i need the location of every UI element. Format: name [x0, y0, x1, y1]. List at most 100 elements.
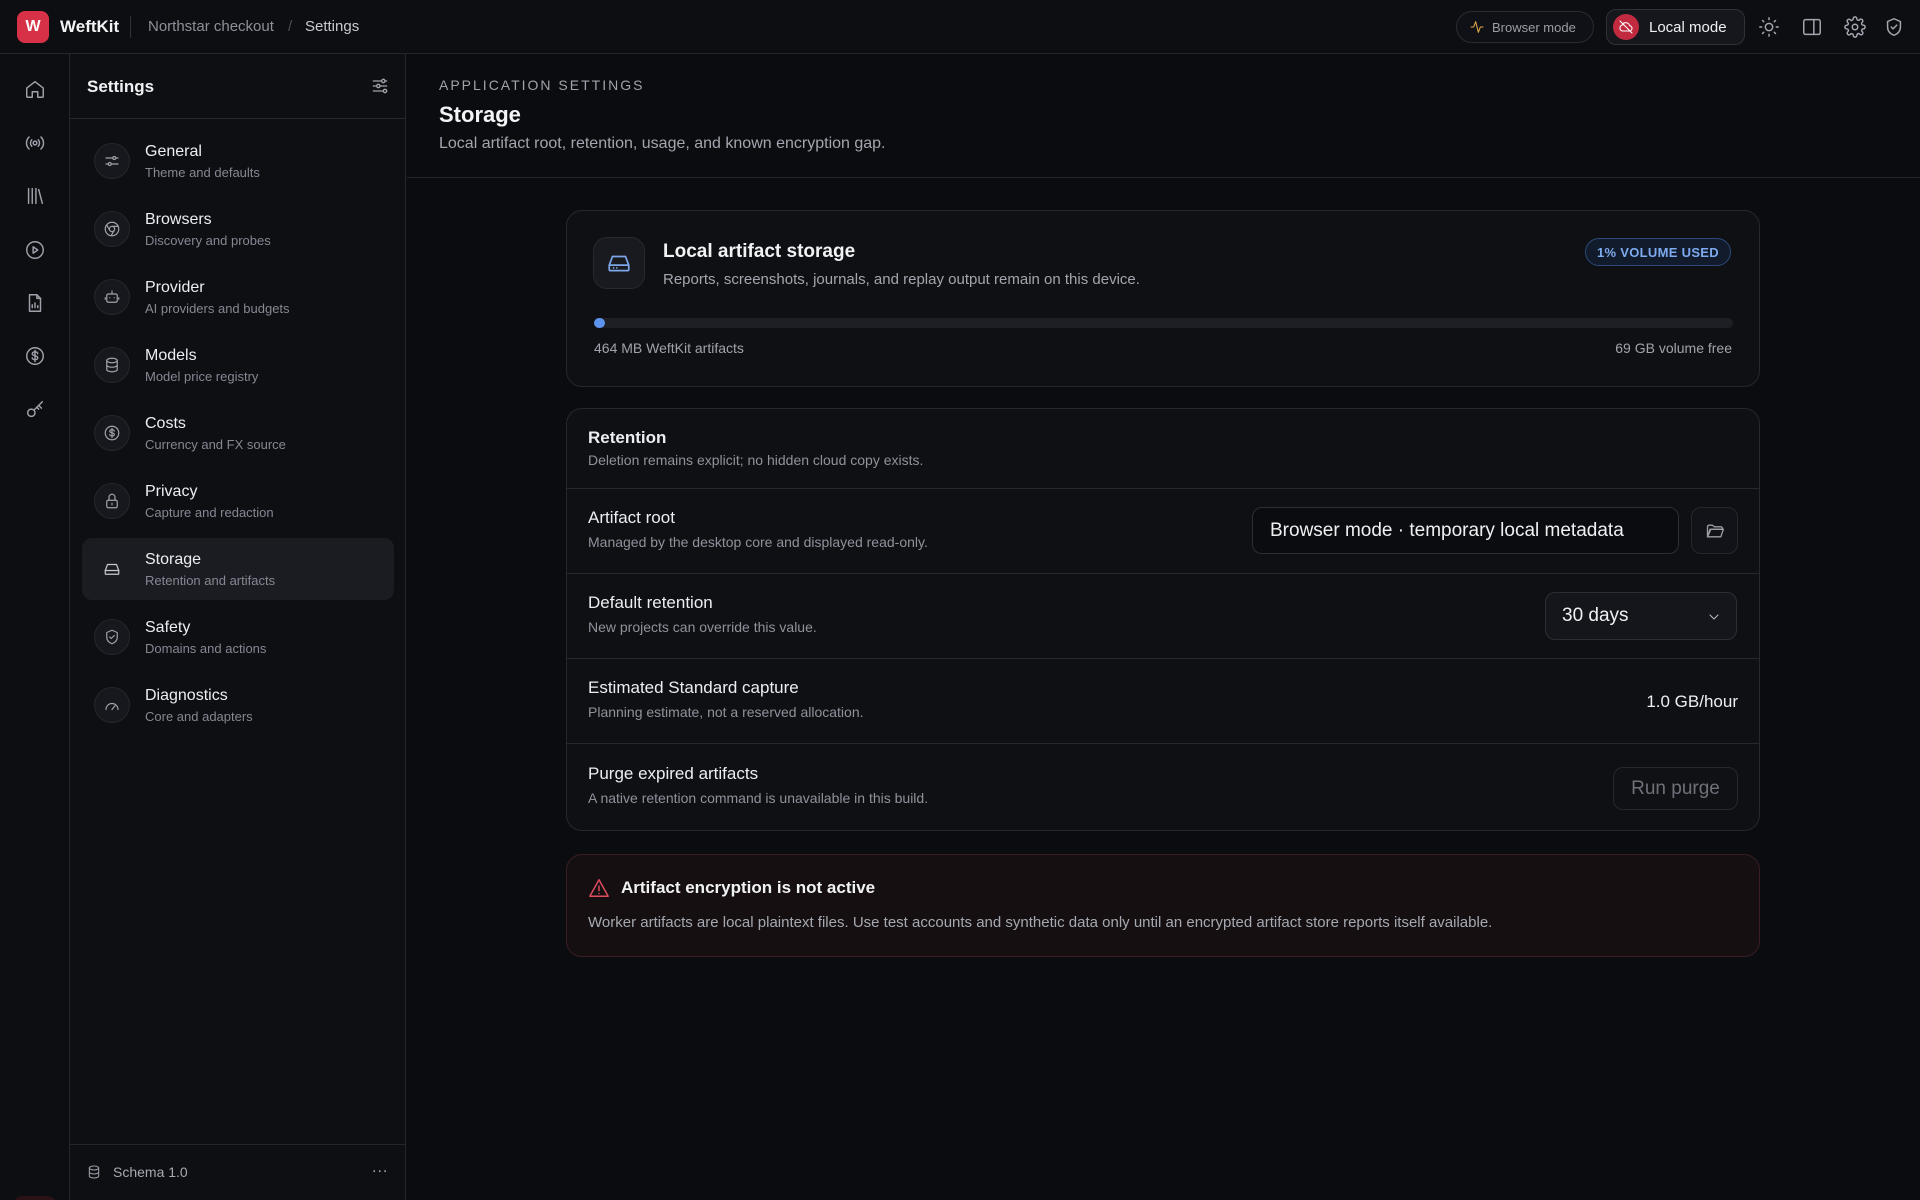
artifact-root-field[interactable]: Browser mode · temporary local metadata — [1252, 507, 1679, 554]
browser-mode-button[interactable]: Browser mode — [1456, 11, 1594, 43]
retention-header: Retention Deletion remains explicit; no … — [567, 409, 1759, 489]
storage-card-title: Local artifact storage — [663, 241, 856, 262]
estimated-capture-value: 1.0 GB/hour — [1646, 692, 1738, 711]
sidebar-item-browsers[interactable]: Browsers Discovery and probes — [82, 198, 394, 260]
default-retention-sub: New projects can override this value. — [588, 619, 817, 635]
sidebar-item-sub: Model price registry — [145, 369, 259, 384]
usage-progress-fill — [594, 318, 606, 328]
home-icon[interactable] — [24, 78, 46, 100]
robot-icon — [94, 279, 130, 315]
sidebar-item-sub: Core and adapters — [145, 709, 253, 724]
sidebar-item-label: Browsers — [145, 211, 212, 228]
retention-title: Retention — [588, 428, 667, 447]
artifact-root-label: Artifact root — [588, 508, 675, 527]
app-logo[interactable]: W — [17, 11, 49, 43]
retention-card: Retention Deletion remains explicit; no … — [566, 408, 1760, 831]
breadcrumb-separator: / — [288, 18, 293, 35]
retention-select[interactable]: 30 days — [1545, 592, 1737, 640]
page-description: Local artifact root, retention, usage, a… — [439, 135, 886, 152]
encryption-warning: Artifact encryption is not active Worker… — [566, 854, 1760, 957]
breadcrumb-settings: Settings — [305, 18, 360, 35]
sidebar-item-privacy[interactable]: Privacy Capture and redaction — [82, 470, 394, 532]
sidebar-item-label: Privacy — [145, 483, 198, 500]
free-label: 69 GB volume free — [1615, 340, 1732, 356]
purge-row: Purge expired artifacts A native retenti… — [567, 745, 1759, 830]
key-icon[interactable] — [24, 399, 46, 421]
database-icon — [94, 347, 130, 383]
storage-usage-card: Local artifact storage Reports, screensh… — [566, 210, 1760, 387]
lock-icon — [94, 483, 130, 519]
sidebar-item-sub: Retention and artifacts — [145, 573, 276, 588]
cloud-off-icon — [1613, 14, 1639, 40]
shield-check-icon[interactable] — [1883, 16, 1905, 38]
gauge-icon — [94, 687, 130, 723]
sidebar-item-general[interactable]: General Theme and defaults — [82, 130, 394, 192]
sidebar-item-label: Costs — [145, 415, 186, 432]
library-icon[interactable] — [24, 185, 46, 207]
broadcast-icon[interactable] — [24, 132, 46, 154]
dollar-icon — [94, 415, 130, 451]
dollar-icon[interactable] — [24, 345, 46, 367]
sidebar-item-diagnostics[interactable]: Diagnostics Core and adapters — [82, 674, 394, 736]
retention-description: Deletion remains explicit; no hidden clo… — [588, 452, 924, 468]
run-purge-button[interactable]: Run purge — [1613, 767, 1738, 810]
default-retention-row: Default retention New projects can overr… — [567, 574, 1759, 659]
filter-icon[interactable] — [370, 76, 390, 96]
sidebar-title: Settings — [87, 77, 155, 96]
schema-version: Schema 1.0 — [113, 1164, 188, 1180]
browser-icon — [94, 211, 130, 247]
report-icon[interactable] — [24, 292, 46, 314]
artifact-root-sub: Managed by the desktop core and displaye… — [588, 534, 928, 550]
sidebar-item-sub: Currency and FX source — [145, 437, 286, 452]
sidebar-item-sub: Theme and defaults — [145, 165, 260, 180]
estimated-capture-row: Estimated Standard capture Planning esti… — [567, 659, 1759, 744]
estimated-capture-sub: Planning estimate, not a reserved alloca… — [588, 704, 864, 720]
sidebar-item-costs[interactable]: Costs Currency and FX source — [82, 402, 394, 464]
sidebar-item-label: Safety — [145, 619, 191, 636]
divider — [130, 16, 131, 38]
sidebar-item-label: Diagnostics — [145, 687, 228, 704]
sidebar-item-label: Models — [145, 347, 197, 364]
warning-title: Artifact encryption is not active — [621, 878, 876, 897]
storage-card-description: Reports, screenshots, journals, and repl… — [663, 271, 1140, 288]
drive-icon — [94, 551, 130, 587]
warning-icon — [588, 877, 610, 899]
local-mode-button[interactable]: Local mode — [1606, 9, 1745, 45]
breadcrumb-project[interactable]: Northstar checkout — [148, 18, 274, 35]
sidebar-item-sub: Domains and actions — [145, 641, 267, 656]
chevron-down-icon — [1709, 614, 1719, 620]
sidebar-item-sub: Discovery and probes — [145, 233, 271, 248]
panel-icon[interactable] — [1801, 16, 1823, 38]
settings-sidebar: Settings General Theme and defaults Brow… — [70, 54, 406, 1200]
top-bar: W WeftKit Northstar checkout / Settings … — [0, 0, 1920, 54]
folder-open-icon — [1706, 524, 1724, 537]
sidebar-item-provider[interactable]: Provider AI providers and budgets — [82, 266, 394, 328]
shield-check-icon — [94, 619, 130, 655]
volume-used-badge: 1% VOLUME USED — [1585, 238, 1731, 266]
sidebar-item-sub: AI providers and budgets — [145, 301, 290, 316]
used-label: 464 MB WeftKit artifacts — [594, 340, 744, 356]
default-retention-label: Default retention — [588, 593, 713, 612]
icon-rail — [0, 54, 70, 1200]
estimated-capture-label: Estimated Standard capture — [588, 678, 799, 697]
sidebar-header: Settings — [70, 54, 405, 119]
drive-icon — [593, 237, 645, 289]
usage-progress-bar — [594, 318, 1733, 328]
sidebar-item-label: Provider — [145, 279, 205, 296]
sun-icon[interactable] — [1758, 16, 1780, 38]
pulse-icon — [1470, 21, 1484, 33]
gear-icon[interactable] — [1844, 16, 1866, 38]
more-button[interactable]: ... — [372, 1159, 388, 1177]
artifact-root-row: Artifact root Managed by the desktop cor… — [567, 489, 1759, 574]
sidebar-item-label: Storage — [145, 551, 202, 568]
sidebar-item-storage[interactable]: Storage Retention and artifacts — [82, 538, 394, 600]
play-icon[interactable] — [24, 239, 46, 261]
sidebar-item-sub: Capture and redaction — [145, 505, 274, 520]
page-title: Storage — [439, 102, 521, 127]
folder-open-button[interactable] — [1691, 507, 1738, 554]
sliders-icon — [94, 143, 130, 179]
gear-icon[interactable] — [13, 1196, 57, 1200]
sidebar-item-safety[interactable]: Safety Domains and actions — [82, 606, 394, 668]
sidebar-item-models[interactable]: Models Model price registry — [82, 334, 394, 396]
page-header: APPLICATION SETTINGS Storage Local artif… — [407, 54, 1920, 178]
